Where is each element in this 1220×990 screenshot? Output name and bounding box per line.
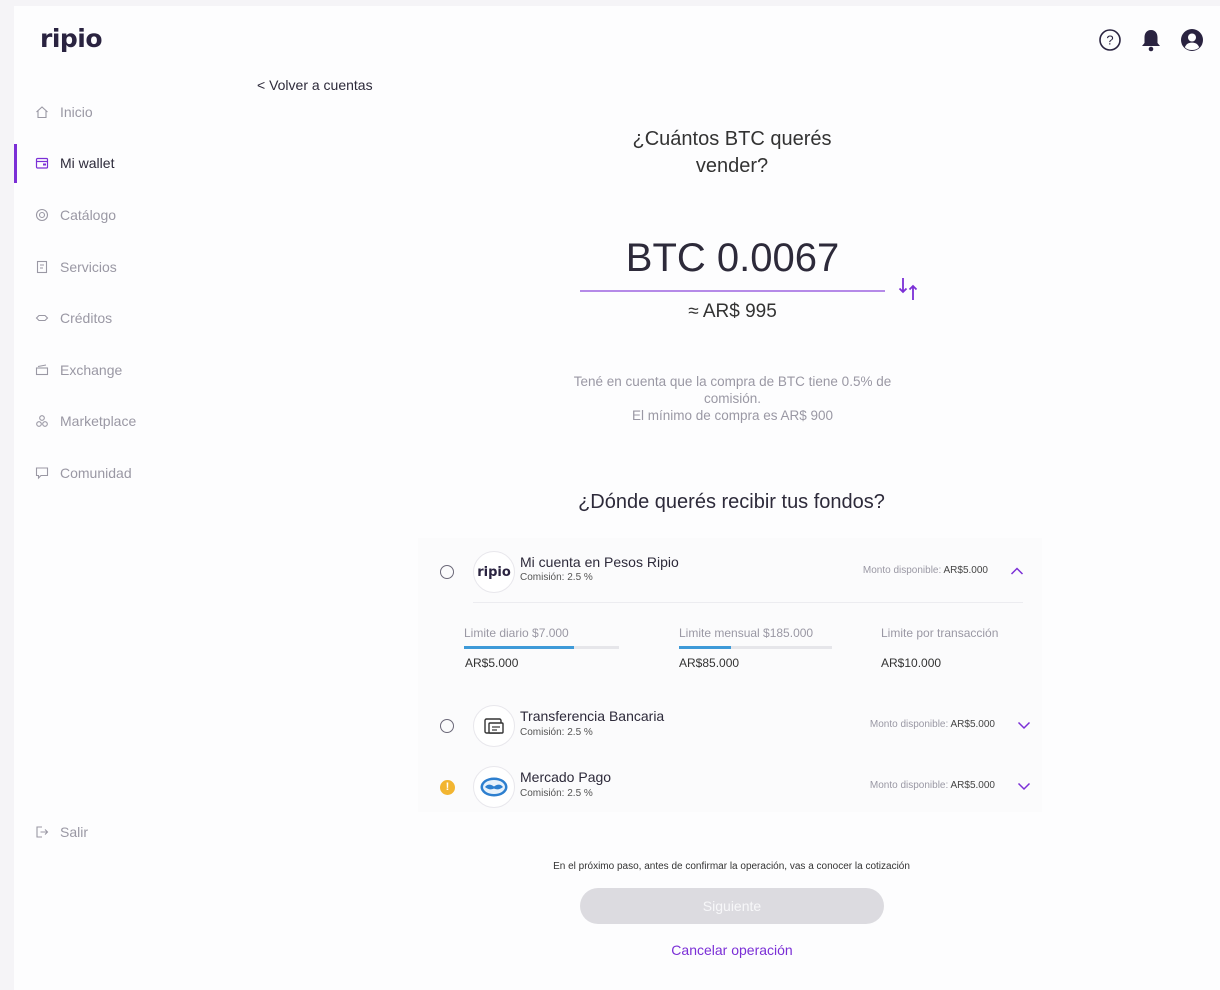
chevron-down-icon[interactable] (1017, 720, 1031, 730)
fiat-equivalent: ≈ AR$ 995 (688, 301, 777, 322)
option-commission: Comisión: 2.5 % (520, 572, 593, 583)
note-line-3: El mínimo de compra es AR$ 900 (631, 408, 834, 423)
user-icon[interactable] (1180, 28, 1204, 52)
next-step-note: En el próximo paso, antes de confirmar l… (553, 861, 910, 872)
next-button[interactable]: Siguiente (580, 888, 884, 924)
limit-monthly-label: Limite mensual $185.000 (679, 626, 814, 640)
sidebar-item-inicio[interactable]: Inicio (14, 86, 234, 138)
ripio-avatar: ripio (473, 551, 515, 593)
ripio-logo[interactable]: ripio (40, 24, 103, 53)
sidebar-item-label: Marketplace (60, 413, 137, 430)
sidebar-item-label: Inicio (60, 103, 93, 120)
home-icon (34, 104, 50, 120)
app-window: ripio ? Inicio Mi wallet Catálogo Servic… (14, 6, 1220, 990)
option-mercado-pago[interactable]: ! Mercado Pago Comisión: 2.5 % Monto dis… (418, 755, 1042, 815)
limit-daily-bar (464, 646, 619, 649)
question-line-2: vender? (695, 155, 769, 177)
warning-icon[interactable]: ! (440, 780, 455, 795)
mercado-pago-avatar (473, 766, 515, 808)
sidebar-item-label: Mi wallet (60, 155, 115, 172)
amount-question: ¿Cuántos BTC querés vender? (614, 126, 850, 180)
limit-monthly-bar (679, 646, 832, 649)
note-line-1: Tené en cuenta que la compra de BTC tien… (573, 374, 892, 389)
limit-daily-fill (464, 646, 575, 649)
bank-avatar (473, 705, 515, 747)
sidebar-item-label: Servicios (60, 258, 117, 275)
available-label: Monto disponible: (862, 565, 942, 576)
chevron-down-icon[interactable] (1017, 781, 1031, 791)
option-ripio-pesos[interactable]: ripio Mi cuenta en Pesos Ripio Comisión:… (418, 538, 1042, 598)
sidebar-item-mi-wallet[interactable]: Mi wallet (14, 138, 234, 190)
bank-transfer-icon (484, 718, 504, 734)
sidebar-item-label: Exchange (60, 361, 123, 378)
header-icons: ? (1098, 28, 1204, 52)
sidebar: Inicio Mi wallet Catálogo Servicios Créd… (14, 86, 234, 499)
svg-text:?: ? (1106, 33, 1113, 48)
limit-monthly-value: AR$85.000 (679, 656, 740, 670)
logout-button[interactable]: Salir (34, 824, 88, 840)
available-amount: Monto disponible: AR$5.000 (863, 565, 988, 576)
available-value: AR$5.000 (950, 719, 995, 730)
wallet-icon (34, 155, 50, 171)
btc-amount-input[interactable]: BTC 0.0067 (580, 236, 885, 281)
amount-underline (580, 290, 885, 292)
sidebar-item-catalogo[interactable]: Catálogo (14, 189, 234, 241)
option-commission: Comisión: 2.5 % (520, 727, 593, 738)
payout-options-card: ripio Mi cuenta en Pesos Ripio Comisión:… (418, 538, 1042, 812)
option-title: Transferencia Bancaria (520, 708, 665, 724)
funds-question: ¿Dónde querés recibir tus fondos? (578, 491, 885, 513)
sidebar-item-comunidad[interactable]: Comunidad (14, 447, 234, 499)
available-label: Monto disponible: (869, 780, 949, 791)
mercado-pago-logo-icon (480, 777, 508, 797)
limit-monthly-fill (679, 646, 732, 649)
radio-bank-transfer[interactable] (440, 719, 454, 733)
sidebar-item-label: Créditos (60, 310, 113, 327)
marketplace-icon (34, 413, 50, 429)
exchange-icon (34, 362, 50, 378)
logout-label: Salir (60, 824, 89, 840)
commission-note: Tené en cuenta que la compra de BTC tien… (560, 373, 905, 424)
note-line-2: comisión. (703, 391, 762, 406)
available-value: AR$5.000 (943, 565, 988, 576)
sidebar-item-servicios[interactable]: Servicios (14, 241, 234, 293)
available-amount: Monto disponible: AR$5.000 (870, 780, 995, 791)
bell-icon[interactable] (1139, 28, 1163, 52)
limit-daily-value: AR$5.000 (465, 656, 519, 670)
option-title: Mercado Pago (520, 769, 612, 785)
sidebar-item-marketplace[interactable]: Marketplace (14, 396, 234, 448)
help-icon[interactable]: ? (1098, 28, 1122, 52)
cancel-operation-link[interactable]: Cancelar operación (580, 942, 884, 958)
sidebar-item-label: Comunidad (60, 464, 132, 481)
community-icon (34, 465, 50, 481)
limit-daily-label: Limite diario $7.000 (464, 626, 569, 640)
option-bank-transfer[interactable]: Transferencia Bancaria Comisión: 2.5 % M… (418, 694, 1042, 754)
services-icon (34, 259, 50, 275)
radio-ripio-pesos[interactable] (440, 565, 454, 579)
swap-currency-icon[interactable] (898, 276, 922, 302)
available-label: Monto disponible: (869, 719, 949, 730)
ripio-avatar-logo: ripio (477, 564, 511, 580)
credits-icon (34, 310, 50, 326)
limit-transaction-value: AR$10.000 (881, 656, 942, 670)
option-divider (473, 602, 1023, 603)
catalog-icon (34, 207, 50, 223)
option-title: Mi cuenta en Pesos Ripio (520, 554, 679, 570)
sidebar-item-creditos[interactable]: Créditos (14, 292, 234, 344)
option-commission: Comisión: 2.5 % (520, 788, 593, 799)
logout-icon (34, 824, 50, 840)
question-line-1: ¿Cuántos BTC querés (632, 128, 832, 150)
sidebar-item-exchange[interactable]: Exchange (14, 344, 234, 396)
back-to-accounts-link[interactable]: < Volver a cuentas (257, 77, 373, 93)
chevron-up-icon[interactable] (1010, 566, 1024, 576)
sidebar-item-label: Catálogo (60, 206, 117, 223)
available-value: AR$5.000 (950, 780, 995, 791)
limit-transaction-label: Limite por transacción (881, 626, 999, 640)
available-amount: Monto disponible: AR$5.000 (870, 719, 995, 730)
